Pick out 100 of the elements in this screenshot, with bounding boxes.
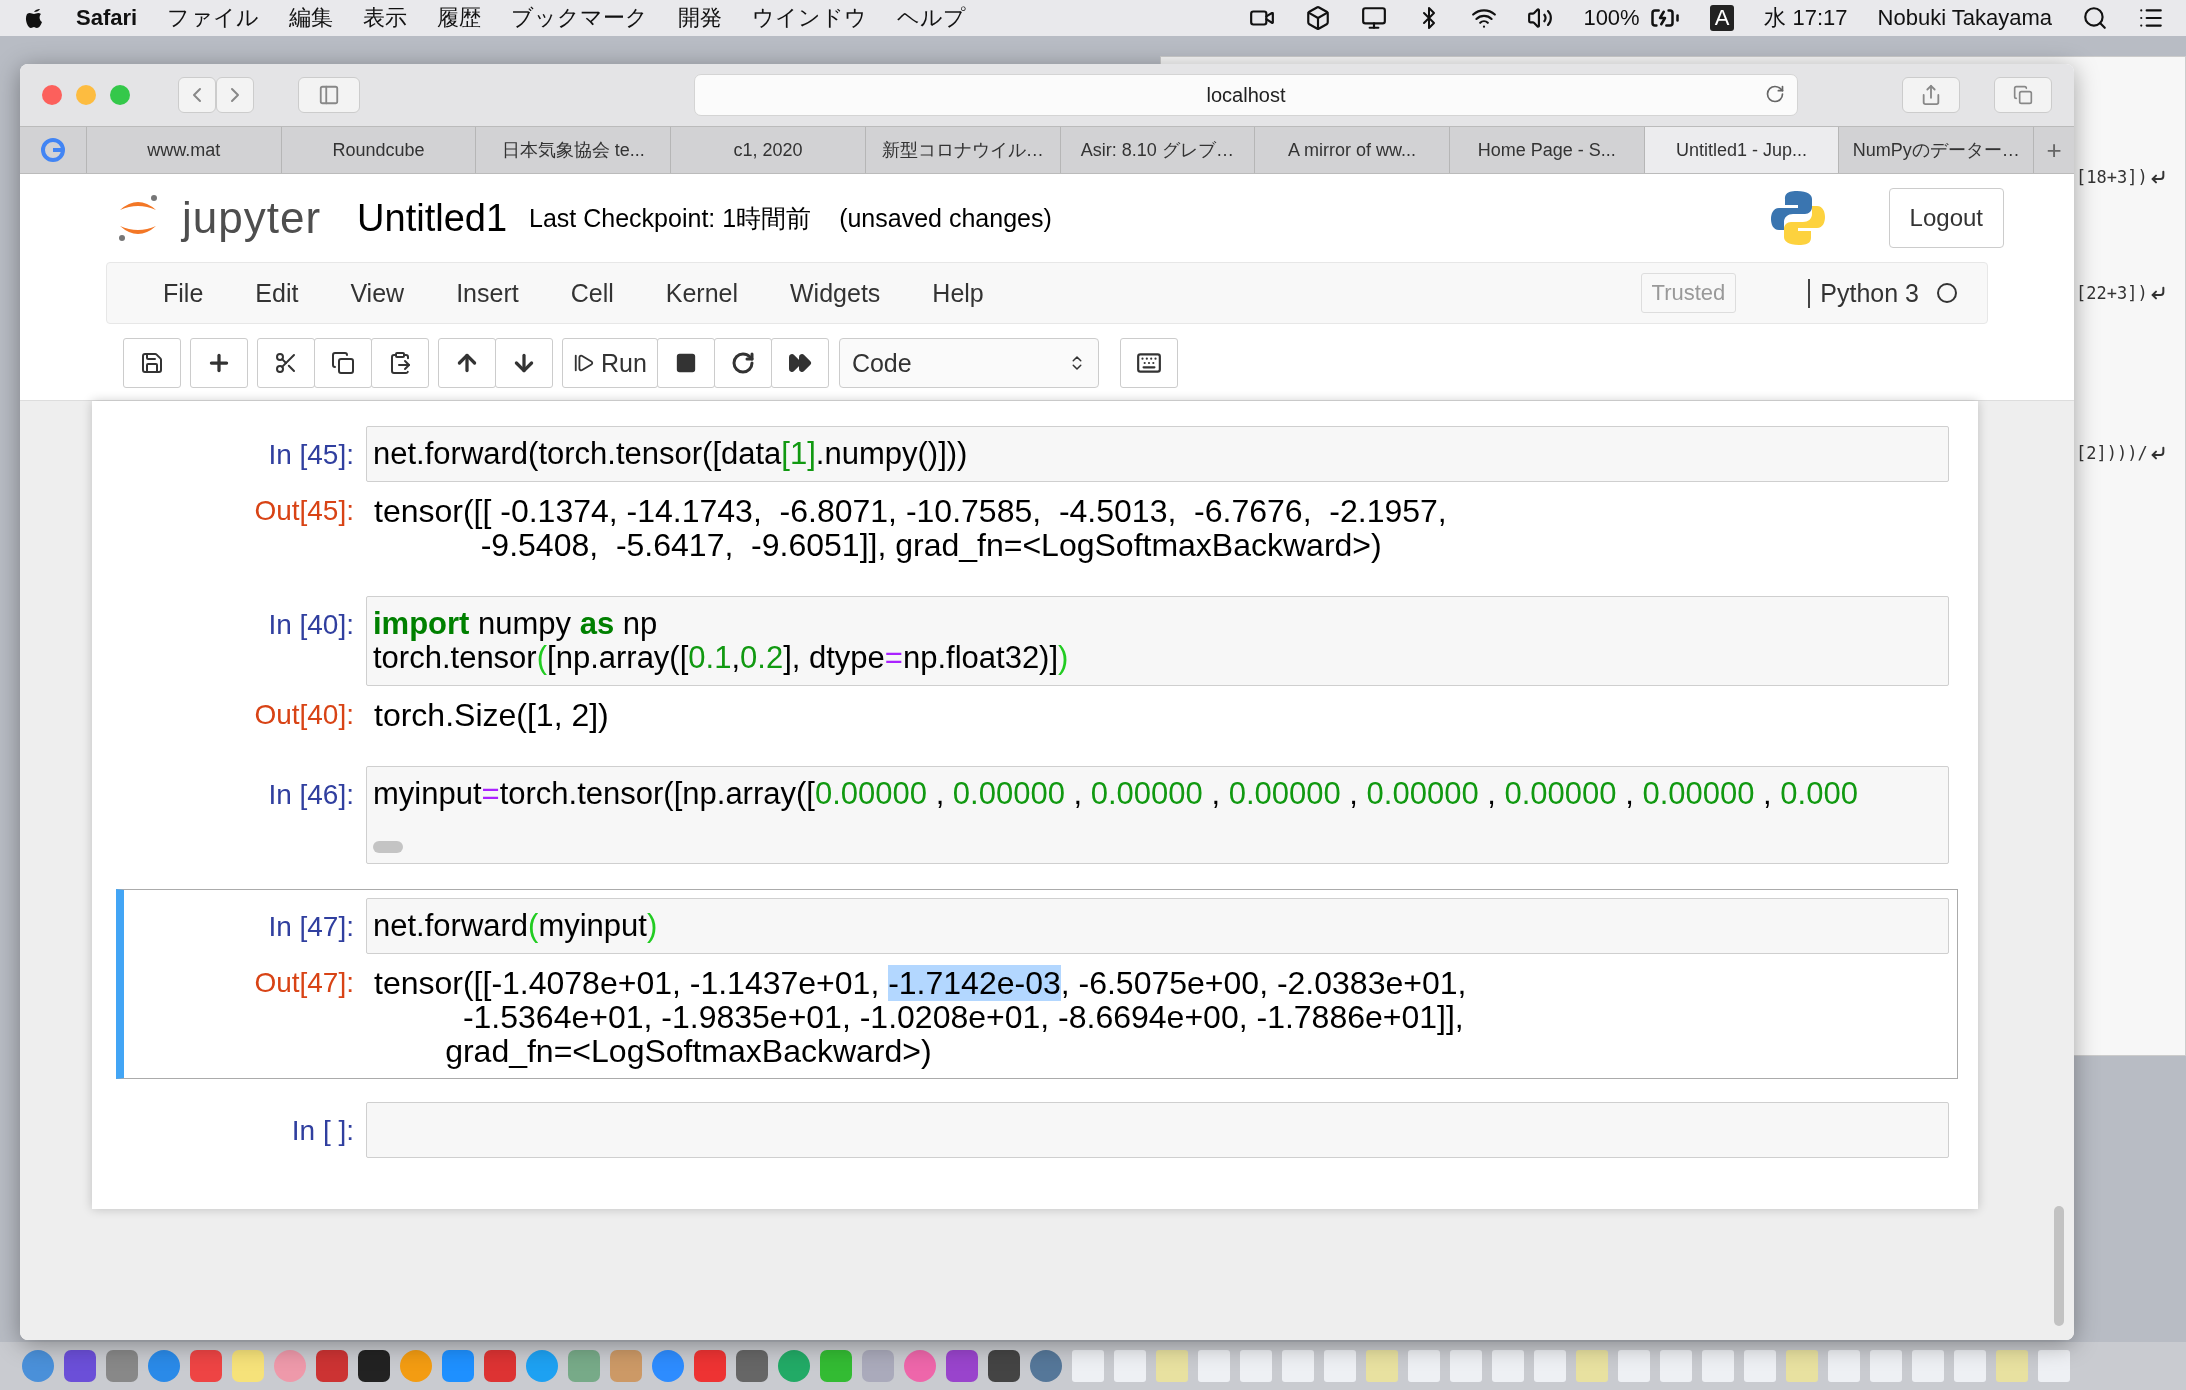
input-source[interactable]: A xyxy=(1709,5,1735,31)
input-prompt: In [ ]: xyxy=(290,1114,355,1148)
browser-tab[interactable]: 日本気象協会 te... xyxy=(475,127,671,173)
scrollbar-thumb[interactable] xyxy=(2054,1206,2064,1326)
tabs-button[interactable] xyxy=(1994,77,2052,113)
new-tab-button[interactable]: + xyxy=(2033,127,2074,173)
share-button[interactable] xyxy=(1902,77,1960,113)
back-button[interactable] xyxy=(178,77,216,113)
move-up-button[interactable] xyxy=(438,338,496,388)
terminal-text: [22+3]) xyxy=(2076,283,2148,303)
cell-type-select[interactable]: Code xyxy=(838,338,1099,388)
code-input[interactable] xyxy=(366,1102,1949,1158)
browser-tab[interactable]: NumPyのデーター… xyxy=(1838,127,2034,173)
move-down-button[interactable] xyxy=(495,338,553,388)
return-icon xyxy=(2149,445,2166,461)
code-line: torch.tensor([np.array([0.1,0.2], dtype=np.float32)]) xyxy=(373,641,1070,675)
menu-item[interactable]: ヘルプ xyxy=(897,3,967,33)
copy-button[interactable] xyxy=(314,338,372,388)
notebook-menu-item[interactable]: Cell xyxy=(544,278,640,308)
zoom-button[interactable] xyxy=(110,85,130,105)
restart-icon xyxy=(730,351,755,375)
cut-button[interactable] xyxy=(257,338,315,388)
paste-icon xyxy=(388,351,412,375)
jupyter-logo[interactable]: jupyter xyxy=(182,193,322,243)
browser-tab[interactable]: Roundcube xyxy=(280,127,476,173)
notebook-menu-item[interactable]: View xyxy=(324,278,431,308)
forward-button[interactable] xyxy=(216,77,254,113)
volume-icon[interactable] xyxy=(1527,5,1554,31)
notebook-cell[interactable] xyxy=(116,889,1958,1079)
browser-tab[interactable]: Untitled1 - Jup... xyxy=(1643,127,1839,173)
notebook-menu-item[interactable]: Help xyxy=(906,278,1010,308)
logout-button[interactable]: Logout xyxy=(1888,188,2004,248)
paste-button[interactable] xyxy=(371,338,429,388)
browser-tab[interactable]: Home Page - S... xyxy=(1448,127,1644,173)
notebook-menu-item[interactable]: Insert xyxy=(430,278,545,308)
code-input[interactable]: import numpy as np torch.tensor([np.array([0.1,0.2], dtype=np.float32)]) xyxy=(366,596,1949,686)
menu-item[interactable]: 表示 xyxy=(363,3,408,33)
notebook-menu-item[interactable]: File xyxy=(137,278,230,308)
search-icon[interactable] xyxy=(2082,5,2108,31)
code-line: myinput=torch.tensor([np.array([0.00000 , 0.00000 , 0.00000 , 0.00000 , 0.00000 , 0.00000 , 0.00000 , 0.000 xyxy=(373,777,1859,811)
notebook-menu-item[interactable]: Edit xyxy=(229,278,325,308)
stop-button[interactable] xyxy=(656,338,715,388)
fast-forward-icon xyxy=(787,351,812,375)
keyboard-icon xyxy=(1135,350,1162,376)
app-menu[interactable]: Safari xyxy=(76,5,138,31)
user-name[interactable]: Nobuki Takayama xyxy=(1877,5,2052,31)
output-line: grad_fn=<LogSoftmaxBackward>) xyxy=(444,1034,933,1068)
output-line: -1.5364e+01, -1.9835e+01, -1.0208e+01, -8.6694e+00, -1.7886e+01]], xyxy=(462,1000,1465,1034)
sidebar-button[interactable] xyxy=(298,77,360,113)
input-prompt: In [47]: xyxy=(267,910,355,944)
menu-item[interactable]: 開発 xyxy=(678,3,723,33)
keyboard-button[interactable] xyxy=(1119,338,1178,388)
notebook-menu-item[interactable]: Kernel xyxy=(639,278,764,308)
notebook-cell[interactable]: In [ ]: xyxy=(116,1093,1958,1169)
output-line: tensor([[-1.4078e+01, -1.1437e+01, -1.7142e-03, -6.5075e+00, -2.0383e+01, xyxy=(374,966,1468,1000)
menu-item[interactable]: ウインドウ xyxy=(752,3,868,33)
code-input[interactable]: net.forward(torch.tensor([data[1].numpy()])) xyxy=(366,426,1949,482)
run-all-button[interactable] xyxy=(770,338,829,388)
restart-button[interactable] xyxy=(713,338,772,388)
checkpoint-text: Last Checkpoint: 1時間前 xyxy=(529,202,812,234)
notebook-title[interactable]: Untitled1 xyxy=(357,196,508,240)
notebook-cell[interactable]: In [45]: net.forward(torch.tensor([data[1].numpy()])) Out[45]: tensor([[ -0.1374, -14.1743, -6.8071, -10.7585, -4.5013, -6.7676, -2.1957, -9.5408, -5.6417, -9.6051]], grad_fn=<LogSoftmaxBackward>) xyxy=(116,417,1958,573)
code-line: import numpy as np xyxy=(373,607,659,641)
dock-app-icon[interactable] xyxy=(358,1350,390,1382)
monitor-icon[interactable] xyxy=(1361,5,1388,31)
run-button[interactable]: Run xyxy=(562,338,658,388)
address-field[interactable]: localhost xyxy=(694,74,1798,116)
menu-item[interactable]: 編集 xyxy=(289,3,334,33)
browser-tab[interactable]: A mirror of ww... xyxy=(1254,127,1449,173)
kernel-name[interactable]: Python 3 xyxy=(1808,278,1919,308)
menu-item[interactable]: ブックマーク xyxy=(511,3,649,33)
browser-tab[interactable]: 新型コロナウイル… xyxy=(864,127,1060,173)
input-prompt: In [45]: xyxy=(267,438,355,472)
save-icon xyxy=(140,351,164,375)
browser-tab[interactable]: Asir: 8.10 グレブ… xyxy=(1059,127,1255,173)
reload-icon[interactable] xyxy=(1765,84,1785,104)
minimize-button[interactable] xyxy=(76,85,96,105)
menu-item[interactable]: ファイル xyxy=(167,3,260,33)
output-line: tensor([[ -0.1374, -14.1743, -6.8071, -10.7585, -4.5013, -6.7676, -2.1957, xyxy=(374,494,1448,528)
notebook-menu-item[interactable]: Widgets xyxy=(764,278,907,308)
battery-percent: 100% xyxy=(1583,5,1640,31)
code-input[interactable]: net.forward(myinput) xyxy=(366,898,1949,954)
notebook-cell[interactable]: In [40]: import numpy as np torch.tensor([np.array([0.1,0.2], dtype=np.float32)]) Out[40]: torch.Size([1, 2]) xyxy=(116,587,1958,743)
browser-tab[interactable]: www.mat xyxy=(86,127,281,173)
scrollbar-thumb[interactable] xyxy=(373,841,403,853)
notebook-cell[interactable]: In [46]: myinput=torch.tensor([np.array([0.00000 , 0.00000 , 0.00000 , 0.00000 , 0.00000 , 0.00000 , 0.00000 , 0.000 xyxy=(116,757,1958,875)
menu-item[interactable]: 履歴 xyxy=(437,3,482,33)
sidebar-icon xyxy=(318,84,340,106)
code-input[interactable]: myinput=torch.tensor([np.array([0.00000 , 0.00000 , 0.00000 , 0.00000 , 0.00000 , 0.00000 , 0.00000 , 0.000 xyxy=(366,766,1949,864)
box-icon[interactable] xyxy=(1305,5,1332,31)
close-button[interactable] xyxy=(42,85,62,105)
return-icon xyxy=(2149,285,2166,301)
browser-tab[interactable]: c1, 2020 xyxy=(670,127,865,173)
copy-icon xyxy=(331,351,355,375)
save-button[interactable] xyxy=(123,338,181,388)
input-prompt: In [46]: xyxy=(267,778,355,812)
dock-app-icon[interactable] xyxy=(988,1350,1020,1382)
menu-clock[interactable]: 水 17:17 xyxy=(1764,3,1848,33)
google-icon[interactable] xyxy=(40,137,66,163)
add-cell-button[interactable] xyxy=(190,338,248,388)
